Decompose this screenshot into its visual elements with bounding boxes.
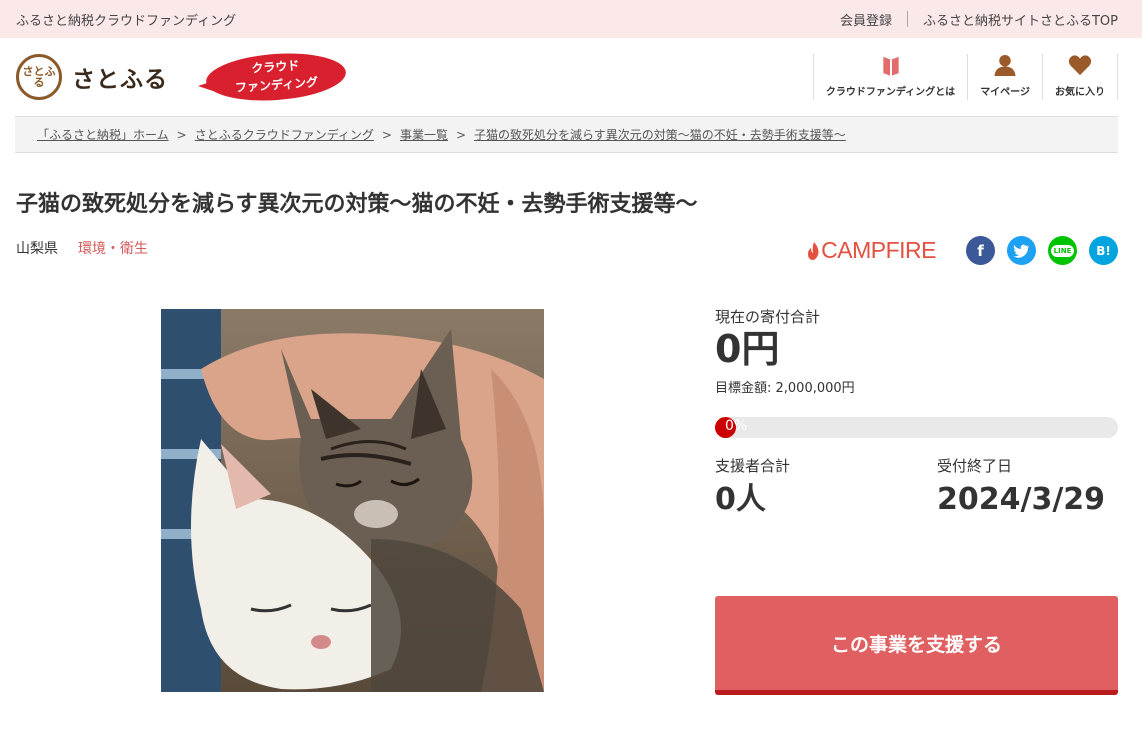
campfire-label: CAMPFIRE [821,237,936,263]
facebook-share-button[interactable]: f [966,236,995,265]
goal-amount: 目標金額: 2,000,000円 [715,381,855,396]
badge-line2: ファンディング [234,75,319,95]
hatena-share-button[interactable]: B! [1089,236,1118,265]
breadcrumb-separator: > [455,127,467,142]
header-nav: クラウドファンディングとは マイページ お気に入り [812,54,1118,100]
project-meta: 山梨県 環境・衛生 [16,238,148,258]
supporters-label: 支援者合計 [715,457,791,475]
breadcrumb-crowdfunding[interactable]: さとふるクラウドファンディング [195,126,374,143]
twitter-bird-icon [1013,244,1029,258]
breadcrumb: 「ふるさと納税」ホーム > さとふるクラウドファンディング > 事業一覧 > 子… [15,116,1118,153]
supporters-block: 支援者合計 0人 [715,455,937,520]
campfire-logo[interactable]: CAMPFIRE [807,237,936,264]
satofull-top-link[interactable]: ふるさと納税サイトさとふるTOP [923,10,1118,29]
site-title: ふるさと納税クラウドファンディング [16,13,237,29]
current-total-label: 現在の寄付合計 [715,308,821,326]
breadcrumb-home[interactable]: 「ふるさと納税」ホーム [37,126,169,143]
progress-percent: 0% [725,418,748,434]
deadline-label: 受付終了日 [937,457,1013,475]
share-bar: CAMPFIRE f LINE B! [807,236,1118,265]
kittens-photo [161,309,544,692]
breadcrumb-projects[interactable]: 事業一覧 [400,126,448,143]
breadcrumb-separator: > [176,127,187,142]
book-icon [882,56,899,77]
breadcrumb-separator: > [381,127,392,142]
twitter-share-button[interactable] [1007,236,1036,265]
logo-name: さとふる [72,66,168,93]
nav-favorites[interactable]: お気に入り [1043,54,1118,100]
flame-icon [808,241,819,260]
divider [906,11,908,27]
deadline-block: 受付終了日 2024/3/29 [937,455,1118,520]
page-title: 子猫の致死処分を減らす異次元の対策～猫の不妊・去勢手術支援等～ [16,192,698,217]
nav-mypage[interactable]: マイページ [968,54,1043,100]
header: さとふる さとふる クラウド ファンディング クラウドファンディングとは マイペ… [0,38,1142,116]
supporters-value: 0人 [715,482,766,517]
nav-mypage-label: マイページ [980,87,1030,98]
badge-text: クラウド ファンディング [205,53,347,99]
top-links: 会員登録 ふるさと納税サイトさとふるTOP [840,10,1118,29]
support-project-button[interactable]: この事業を支援する [715,596,1118,695]
breadcrumb-current[interactable]: 子猫の致死処分を減らす異次元の対策～猫の不妊・去勢手術支援等～ [474,126,846,143]
user-icon [994,54,1016,77]
crowdfunding-badge[interactable]: クラウド ファンディング [198,49,348,105]
deadline-value: 2024/3/29 [937,482,1106,517]
project-photo [161,309,544,692]
nav-about-label: クラウドファンディングとは [825,87,956,98]
prefecture: 山梨県 [16,241,58,257]
current-total-value: 0円 [715,327,780,371]
category-link[interactable]: 環境・衛生 [78,238,148,258]
badge-line1: クラウド [250,58,300,76]
funding-stats: 現在の寄付合計 0円 目標金額: 2,000,000円 0% 支援者合計 0人 … [715,306,1118,520]
nav-about[interactable]: クラウドファンディングとは [814,54,969,100]
top-bar: ふるさと納税クラウドファンディング 会員登録 ふるさと納税サイトさとふるTOP [0,0,1142,38]
stats-row: 支援者合計 0人 受付終了日 2024/3/29 [715,455,1118,520]
logo-mark: さとふる [16,54,62,100]
nav-favorites-label: お気に入り [1055,87,1105,98]
progress-bar: 0% [715,417,1118,438]
member-register-link[interactable]: 会員登録 [840,10,892,29]
line-share-button[interactable]: LINE [1048,236,1077,265]
heart-icon [1068,55,1092,76]
satofull-logo[interactable]: さとふる さとふる [16,54,168,100]
line-label: LINE [1050,244,1075,257]
